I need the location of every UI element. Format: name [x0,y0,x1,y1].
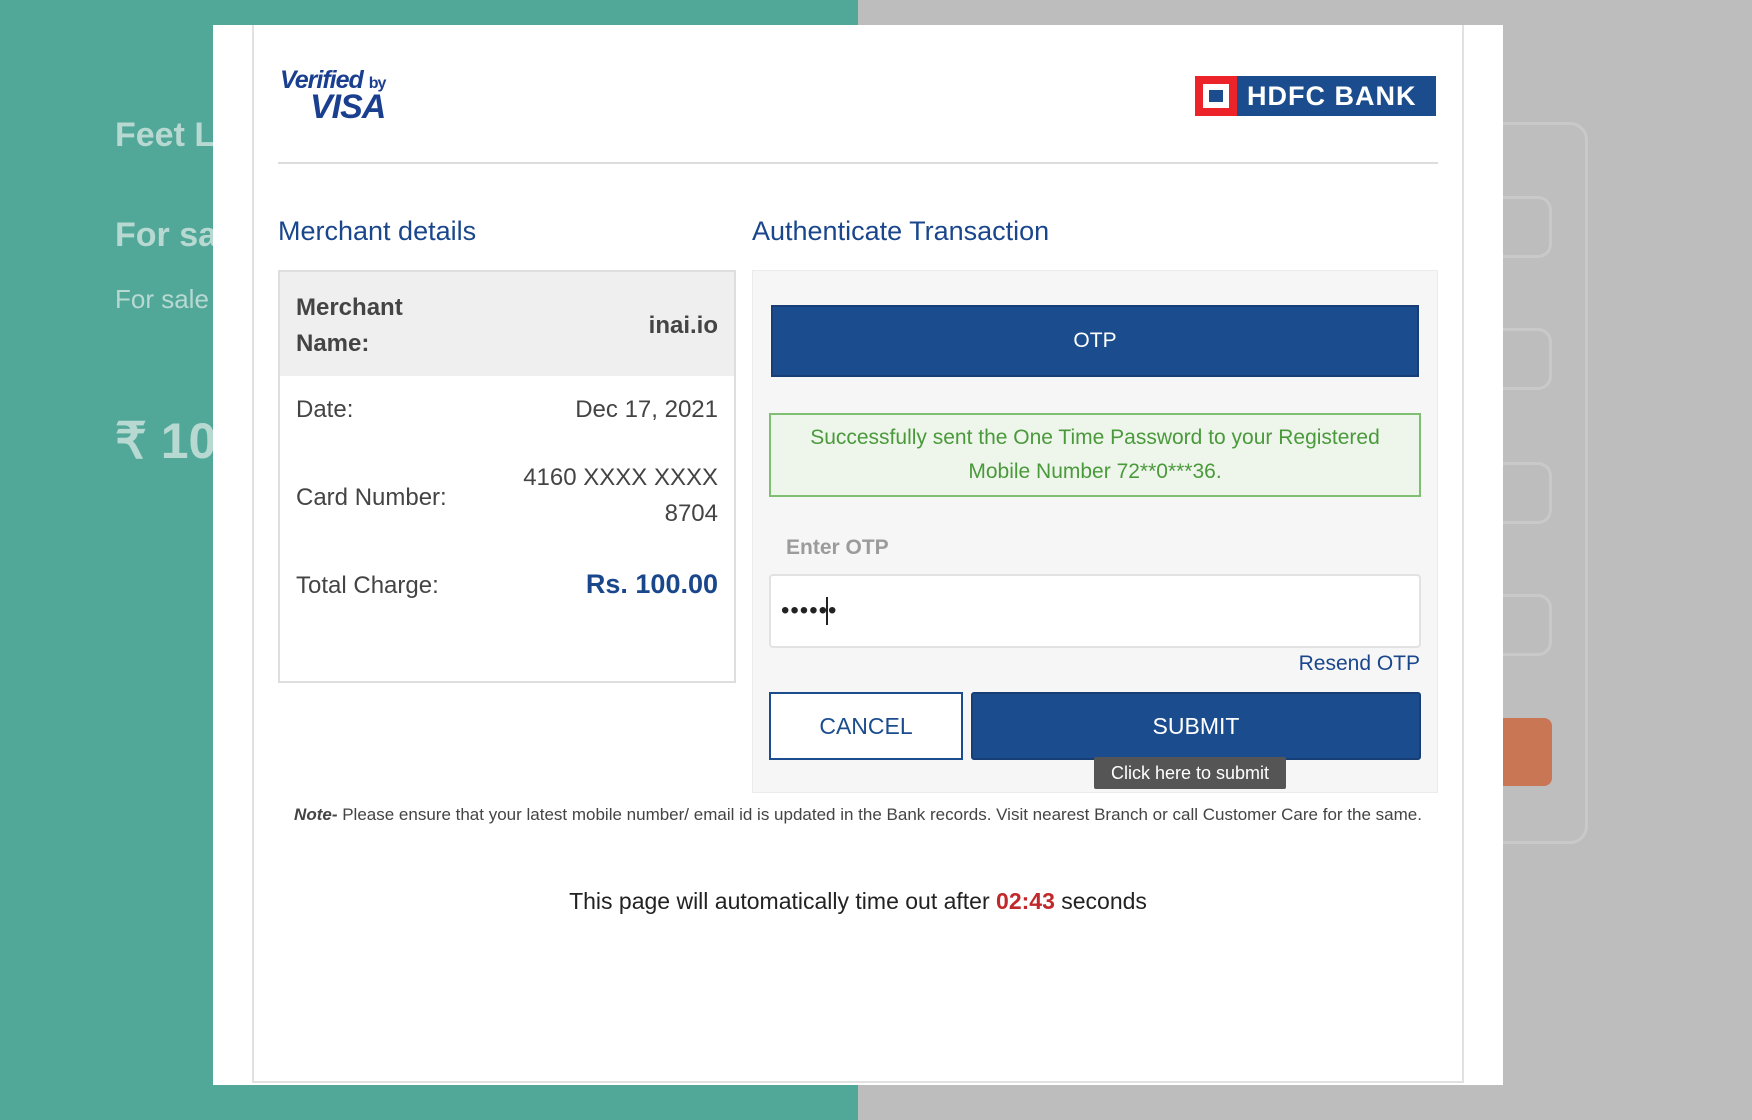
date-value: Dec 17, 2021 [575,396,718,423]
card-number-label: Card Number: [296,484,447,511]
otp-field-label: Enter OTP [786,536,889,559]
timeout-message: This page will automatically time out af… [278,888,1438,915]
merchant-details-panel: Merchant Name: inai.io Date: Dec 17, 202… [278,270,736,683]
resend-otp-link[interactable]: Resend OTP [1299,652,1420,676]
timeout-suffix: seconds [1054,888,1147,914]
otp-input[interactable] [769,574,1421,648]
otp-sent-success-message: Successfully sent the One Time Password … [769,413,1421,497]
timeout-countdown: 02:43 [996,888,1055,914]
text-caret [826,597,828,625]
merchant-name-label: Merchant Name: [296,294,403,357]
submit-tooltip: Click here to submit [1094,757,1286,789]
note-text: Please ensure that your latest mobile nu… [337,805,1422,824]
background-product-title: Feet L [115,116,216,154]
card-number-value: 4160 XXXX XXXX 8704 [523,464,718,527]
merchant-name-value: inai.io [648,312,718,339]
background-description: For sale [115,284,209,314]
hdfc-bank-logo: HDFC BANK [1195,76,1436,116]
visa-word: VISA [310,88,386,126]
submit-button[interactable]: SUBMIT [971,692,1421,760]
date-label: Date: [296,396,354,423]
note-prefix: Note- [294,805,338,824]
total-charge-label: Total Charge: [296,572,439,599]
timeout-prefix: This page will automatically time out af… [569,888,997,914]
bank-records-note: Note- Please ensure that your latest mob… [278,802,1438,827]
header-divider [278,162,1438,164]
merchant-details-title: Merchant details [278,216,477,246]
background-subtitle: For sal [115,216,227,254]
tab-otp[interactable]: OTP [771,305,1419,377]
verified-by-visa-logo: Verified by VISA [280,66,400,126]
total-charge-value: Rs. 100.00 [585,569,718,599]
hdfc-mark-icon [1195,76,1237,116]
cancel-button[interactable]: CANCEL [769,692,963,760]
authenticate-transaction-title: Authenticate Transaction [752,216,1050,246]
bank-name: HDFC BANK [1247,80,1417,111]
